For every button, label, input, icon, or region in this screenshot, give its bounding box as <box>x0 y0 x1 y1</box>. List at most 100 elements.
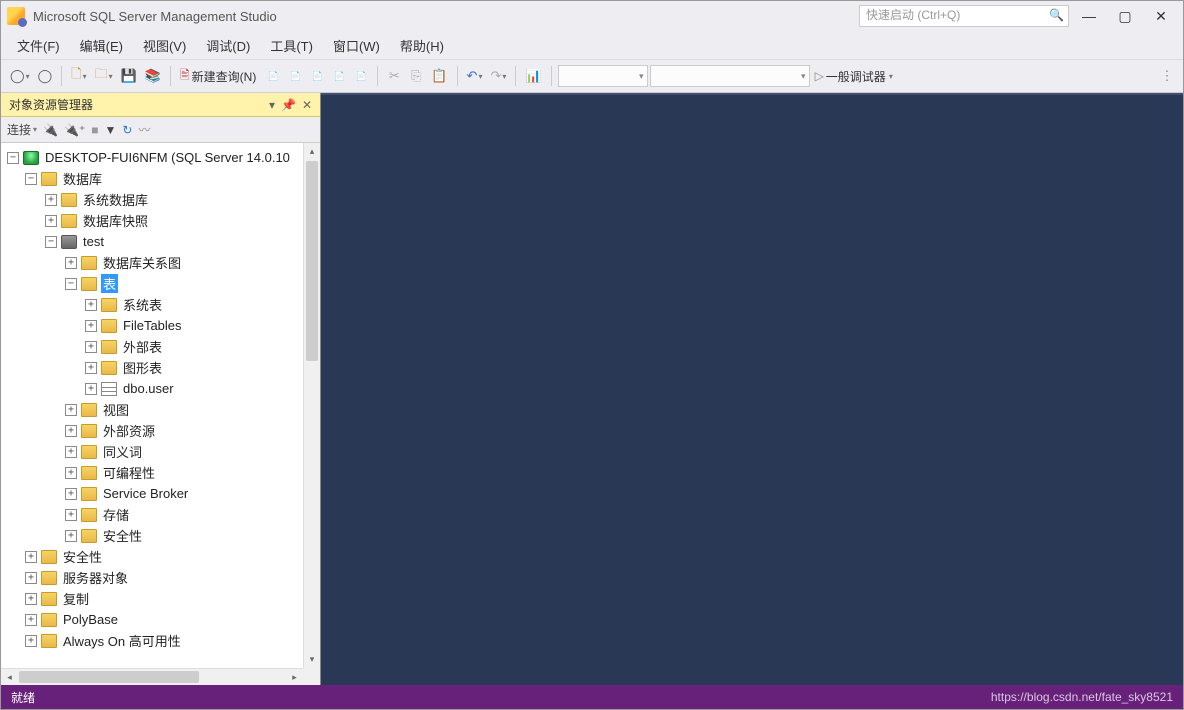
panel-pin-icon[interactable]: 📌 <box>281 98 296 112</box>
tree-node-storage[interactable]: +存储 <box>1 504 320 525</box>
tree-node-test[interactable]: −test <box>1 231 320 252</box>
vertical-scrollbar[interactable]: ▴ ▾ <box>303 143 320 668</box>
tree-node-views[interactable]: +视图 <box>1 399 320 420</box>
tree-node-always-on[interactable]: +Always On 高可用性 <box>1 630 320 651</box>
undo-button[interactable]: ↶▾ <box>464 65 486 87</box>
toolbar-overflow-button[interactable]: ⋮ <box>1157 65 1177 87</box>
panel-dropdown-icon[interactable]: ▾ <box>269 98 275 112</box>
menu-tools[interactable]: 工具(T) <box>262 33 321 58</box>
dmx-query-button[interactable]: 📄 <box>285 65 305 87</box>
expand-icon[interactable]: + <box>25 572 37 584</box>
tree-node-security[interactable]: +安全性 <box>1 546 320 567</box>
expand-icon[interactable]: + <box>65 530 77 542</box>
tree-node-tables[interactable]: −表 <box>1 273 320 294</box>
expand-icon[interactable]: + <box>65 425 77 437</box>
expand-icon[interactable]: + <box>65 446 77 458</box>
tree-node-programmability[interactable]: +可编程性 <box>1 462 320 483</box>
filter-button[interactable]: ▼ <box>105 123 117 137</box>
expand-icon[interactable]: + <box>65 404 77 416</box>
tree-node-databases[interactable]: −数据库 <box>1 168 320 189</box>
open-file-button[interactable]: 🗀▾ <box>92 65 116 87</box>
quick-launch-input[interactable]: 快速启动 (Ctrl+Q) 🔍 <box>859 5 1069 27</box>
tree-node-security-db[interactable]: +安全性 <box>1 525 320 546</box>
collapse-icon[interactable]: − <box>25 173 37 185</box>
expand-icon[interactable]: + <box>65 467 77 479</box>
new-project-button[interactable]: 🗋▾ <box>68 65 89 87</box>
scroll-up-icon[interactable]: ▴ <box>304 143 320 160</box>
menu-view[interactable]: 视图(V) <box>135 33 194 58</box>
expand-icon[interactable]: + <box>85 362 97 374</box>
maximize-button[interactable]: ▢ <box>1109 5 1141 27</box>
tree-node-replication[interactable]: +复制 <box>1 588 320 609</box>
expand-icon[interactable]: + <box>85 341 97 353</box>
scroll-thumb[interactable] <box>19 671 199 683</box>
expand-icon[interactable]: + <box>25 635 37 647</box>
debugger-button[interactable]: ▷ 一般调试器 ▾ <box>812 65 896 87</box>
menu-window[interactable]: 窗口(W) <box>325 33 388 58</box>
xmla-query-button-2[interactable]: 📄 <box>329 65 349 87</box>
activity-monitor-button[interactable]: 📊 <box>522 65 544 87</box>
save-button[interactable]: 💾 <box>118 65 140 87</box>
database-combo[interactable] <box>558 65 648 87</box>
stop-button[interactable]: ■ <box>91 123 98 137</box>
expand-icon[interactable]: + <box>65 257 77 269</box>
refresh-button[interactable]: ↻ <box>122 123 132 137</box>
tree-node-server[interactable]: −DESKTOP-FUI6NFM (SQL Server 14.0.10 <box>1 147 320 168</box>
tree-node-server-objects[interactable]: +服务器对象 <box>1 567 320 588</box>
xmla-query-button[interactable]: 📄 <box>307 65 327 87</box>
paste-button[interactable]: 📋 <box>428 65 450 87</box>
menu-edit[interactable]: 编辑(E) <box>72 33 131 58</box>
expand-icon[interactable]: + <box>85 299 97 311</box>
tree-node-db-snapshot[interactable]: +数据库快照 <box>1 210 320 231</box>
scroll-left-icon[interactable]: ◂ <box>1 669 18 685</box>
save-all-button[interactable]: 📚 <box>142 65 164 87</box>
cut-button[interactable]: ✂ <box>384 65 404 87</box>
close-button[interactable]: ✕ <box>1145 5 1177 27</box>
new-query-button[interactable]: 🖹 新建查询(N) <box>177 65 261 87</box>
tree-node-sys-tables[interactable]: +系统表 <box>1 294 320 315</box>
nav-back-button[interactable]: ◯▾ <box>7 65 33 87</box>
tree-node-ext-tables[interactable]: +外部表 <box>1 336 320 357</box>
tree-scroll-area[interactable]: −DESKTOP-FUI6NFM (SQL Server 14.0.10 −数据… <box>1 143 320 685</box>
tree-node-ext-res[interactable]: +外部资源 <box>1 420 320 441</box>
redo-button[interactable]: ↷▾ <box>487 65 509 87</box>
collapse-icon[interactable]: − <box>65 278 77 290</box>
expand-icon[interactable]: + <box>25 551 37 563</box>
expand-icon[interactable]: + <box>65 488 77 500</box>
tree-node-polybase[interactable]: +PolyBase <box>1 609 320 630</box>
expand-icon[interactable]: + <box>25 593 37 605</box>
collapse-icon[interactable]: − <box>45 236 57 248</box>
horizontal-scrollbar[interactable]: ◂ ▸ <box>1 668 303 685</box>
tree-node-service-broker[interactable]: +Service Broker <box>1 483 320 504</box>
tree-node-synonyms[interactable]: +同义词 <box>1 441 320 462</box>
scroll-thumb[interactable] <box>306 161 318 361</box>
expand-icon[interactable]: + <box>85 383 97 395</box>
expand-icon[interactable]: + <box>45 215 57 227</box>
scroll-down-icon[interactable]: ▾ <box>304 651 320 668</box>
expand-icon[interactable]: + <box>85 320 97 332</box>
tree-node-dbo-user[interactable]: +dbo.user <box>1 378 320 399</box>
disconnect-button[interactable]: 🔌 <box>43 123 58 137</box>
menu-debug[interactable]: 调试(D) <box>198 33 258 58</box>
tree-node-sys-db[interactable]: +系统数据库 <box>1 189 320 210</box>
copy-button[interactable]: ⎘ <box>406 65 426 87</box>
nav-forward-button[interactable]: ◯ <box>35 65 56 87</box>
solution-config-combo[interactable] <box>650 65 810 87</box>
scroll-right-icon[interactable]: ▸ <box>286 669 303 685</box>
panel-close-icon[interactable]: ✕ <box>302 98 312 112</box>
tree-node-db-diagram[interactable]: +数据库关系图 <box>1 252 320 273</box>
connect-server-button[interactable]: 🔌⁺ <box>64 123 85 137</box>
connect-button[interactable]: 连接▾ <box>7 121 37 138</box>
tree-node-filetables[interactable]: +FileTables <box>1 315 320 336</box>
expand-icon[interactable]: + <box>65 509 77 521</box>
minimize-button[interactable]: — <box>1073 5 1105 27</box>
menu-file[interactable]: 文件(F) <box>9 33 68 58</box>
activity-button[interactable]: 〰 <box>138 121 150 138</box>
expand-icon[interactable]: + <box>25 614 37 626</box>
tree-node-graph-tables[interactable]: +图形表 <box>1 357 320 378</box>
collapse-icon[interactable]: − <box>7 152 19 164</box>
expand-icon[interactable]: + <box>45 194 57 206</box>
dax-query-button[interactable]: 📄 <box>351 65 371 87</box>
menu-help[interactable]: 帮助(H) <box>392 33 452 58</box>
mdx-query-button[interactable]: 📄 <box>263 65 283 87</box>
